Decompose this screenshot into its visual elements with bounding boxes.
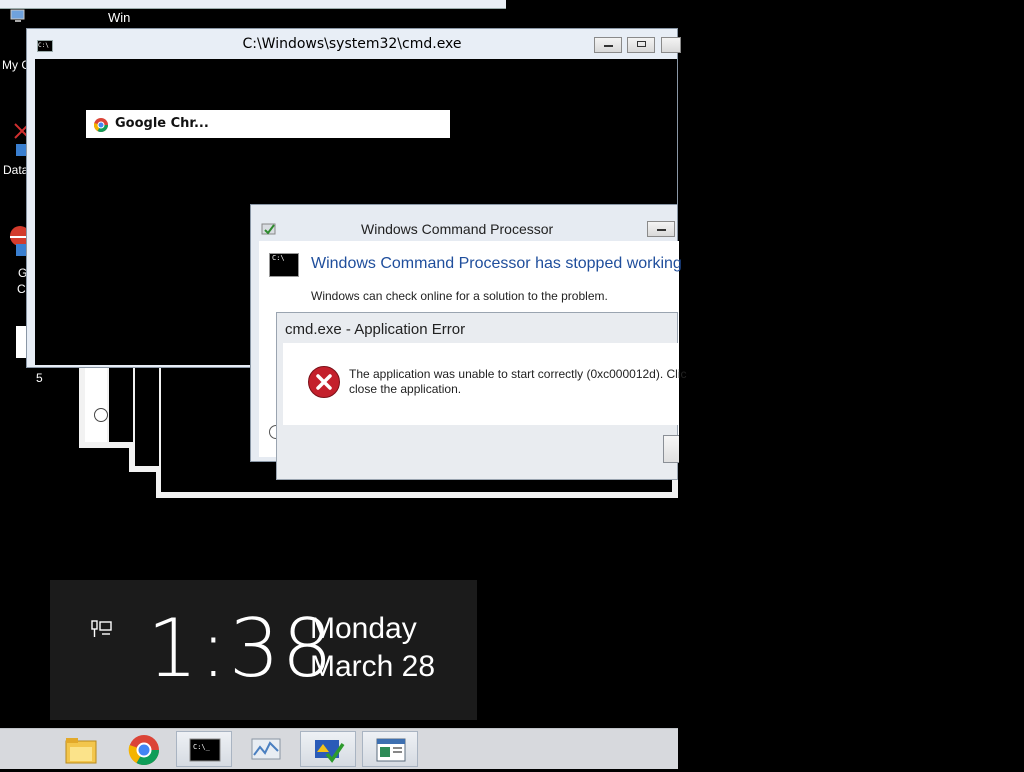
- app-error-dialog[interactable]: cmd.exe - Application Error The applicat…: [276, 312, 687, 480]
- lock-screen-clock: 1:38 Monday March 28: [50, 580, 477, 720]
- app-error-body: The application was unable to start corr…: [283, 343, 687, 425]
- security-check-icon: [315, 740, 345, 763]
- wer-dialog-heading: Windows Command Processor has stopped wo…: [311, 255, 682, 272]
- network-status-icon: [90, 618, 114, 642]
- app-error-message-line2: close the application.: [349, 382, 462, 396]
- background-window-top: [0, 0, 506, 9]
- chrome-icon: [93, 117, 108, 132]
- lock-weekday: Monday: [310, 612, 417, 645]
- cmd-program-icon: C:\: [269, 253, 299, 277]
- wer-dialog-subtext: Windows can check online for a solution …: [311, 289, 608, 303]
- clock-mini-icon: [94, 408, 108, 422]
- taskbar-security-check-button[interactable]: [300, 731, 356, 767]
- ghost-window-1: [79, 360, 107, 448]
- ghost-window-3: [129, 360, 159, 472]
- taskbar: C:\_: [0, 728, 678, 769]
- app-error-message-line1: The application was unable to start corr…: [349, 367, 687, 381]
- app-error-ok-button[interactable]: [663, 435, 679, 463]
- my-computer-icon[interactable]: [10, 8, 26, 24]
- close-button[interactable]: [661, 37, 681, 53]
- lock-time: 1:38: [147, 602, 335, 695]
- chrome-icon: [128, 735, 159, 766]
- taskbar-app-window-button[interactable]: [362, 731, 418, 767]
- cmd-icon: C:\_: [189, 738, 221, 762]
- minimize-button[interactable]: [594, 37, 622, 53]
- app-error-title: cmd.exe - Application Error: [285, 321, 466, 338]
- error-icon: [307, 365, 341, 399]
- lock-date: March 28: [310, 650, 436, 683]
- wer-title-icon: [261, 221, 277, 237]
- cmd-window-title: C:\Windows\system32\cmd.exe: [242, 36, 462, 52]
- taskbar-file-explorer-button[interactable]: [54, 731, 110, 767]
- desktop-icon-label-data: Data: [3, 163, 29, 177]
- desktop-icon-label-c: C: [17, 282, 26, 296]
- desktop-icon-label-5: 5: [36, 371, 43, 385]
- wer-minimize-button[interactable]: [647, 221, 675, 237]
- app-window-icon: [376, 738, 406, 762]
- taskbar-cmd-button[interactable]: C:\_: [176, 731, 232, 767]
- file-explorer-icon: [65, 738, 97, 764]
- ghost-window-2: [103, 360, 133, 448]
- performance-monitor-icon: [251, 738, 281, 760]
- background-window-title-fragment: Win: [108, 10, 140, 28]
- chrome-window-title: Google Chr...: [115, 116, 209, 131]
- maximize-button[interactable]: [627, 37, 655, 53]
- taskbar-performance-monitor-button[interactable]: [238, 731, 294, 767]
- svg-text:C:\_: C:\_: [193, 743, 211, 751]
- wer-dialog-title: Windows Command Processor: [361, 221, 554, 237]
- taskbar-chrome-button[interactable]: [116, 731, 172, 767]
- chrome-window-label[interactable]: Google Chr...: [86, 110, 450, 138]
